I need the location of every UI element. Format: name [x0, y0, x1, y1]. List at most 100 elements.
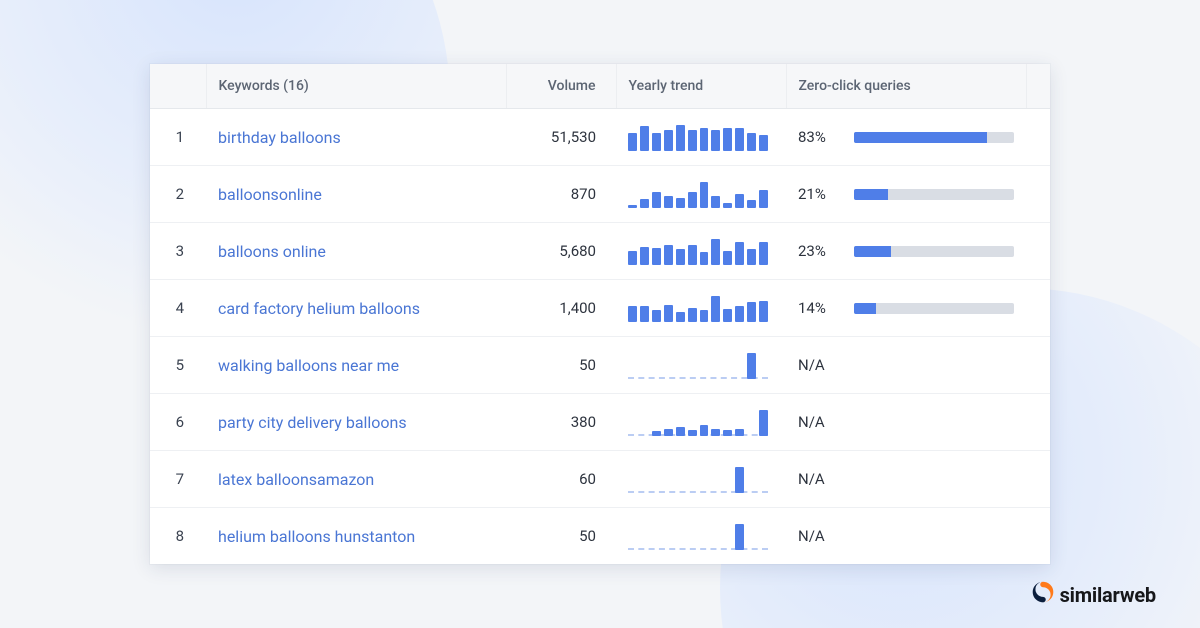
sparkline-bar [723, 251, 732, 265]
zero-click-cell: 14% [786, 280, 1026, 337]
sparkline-bar [640, 247, 649, 265]
sparkline-bar [652, 548, 661, 550]
sparkline-bar [652, 133, 661, 151]
sparkline-bar [640, 434, 649, 436]
keywords-table-panel: Keywords (16) Volume Yearly trend Zero-c… [150, 64, 1050, 564]
sparkline-bar [723, 548, 732, 550]
sparkline-bar [747, 133, 756, 151]
sparkline-bar [676, 548, 685, 550]
zero-click-value: N/A [798, 356, 840, 374]
trend-sparkline [628, 294, 768, 322]
keyword-cell: walking balloons near me [206, 337, 506, 394]
sparkline-bar [688, 308, 697, 322]
sparkline-bar [688, 130, 697, 151]
sparkline-bar [735, 128, 744, 151]
trend-sparkline [628, 180, 768, 208]
sparkline-bar [688, 192, 697, 208]
trend-cell [616, 223, 786, 280]
keyword-link[interactable]: birthday balloons [218, 128, 341, 147]
keyword-link[interactable]: helium balloons hunstanton [218, 527, 415, 546]
col-header-rank[interactable] [150, 64, 206, 109]
volume-cell: 50 [506, 508, 616, 565]
table-row[interactable]: 2balloonsonline87021% [150, 166, 1050, 223]
sparkline-bar [723, 203, 732, 208]
zero-click-cell: 21% [786, 166, 1026, 223]
sparkline-bar [711, 429, 720, 436]
sparkline-bar [628, 133, 637, 151]
zero-click-bar [854, 246, 1014, 257]
col-header-volume[interactable]: Volume [506, 64, 616, 109]
keyword-cell: birthday balloons [206, 109, 506, 166]
table-row[interactable]: 6party city delivery balloons380N/A [150, 394, 1050, 451]
pad-cell [1026, 109, 1050, 166]
sparkline-bar [628, 377, 637, 379]
sparkline-bar [652, 248, 661, 265]
volume-cell: 51,530 [506, 109, 616, 166]
zero-click-value: 21% [798, 185, 840, 203]
volume-cell: 60 [506, 451, 616, 508]
sparkline-bar [711, 296, 720, 322]
trend-sparkline [628, 123, 768, 151]
sparkline-bar [723, 128, 732, 151]
trend-cell [616, 394, 786, 451]
keyword-link[interactable]: party city delivery balloons [218, 413, 407, 432]
sparkline-bar [723, 377, 732, 379]
keyword-link[interactable]: walking balloons near me [218, 356, 399, 375]
keyword-cell: latex balloonsamazon [206, 451, 506, 508]
col-header-zero-click[interactable]: Zero-click queries [786, 64, 1026, 109]
sparkline-bar [747, 302, 756, 322]
similarweb-logo: similarweb [1032, 581, 1156, 608]
rank-cell: 8 [150, 508, 206, 565]
table-row[interactable]: 8helium balloons hunstanton50N/A [150, 508, 1050, 565]
rank-cell: 7 [150, 451, 206, 508]
volume-cell: 870 [506, 166, 616, 223]
sparkline-bar [759, 491, 768, 493]
volume-cell: 5,680 [506, 223, 616, 280]
sparkline-bar [664, 305, 673, 322]
trend-cell [616, 166, 786, 223]
sparkline-bar [735, 242, 744, 265]
sparkline-bar [711, 130, 720, 151]
table-row[interactable]: 3balloons online5,68023% [150, 223, 1050, 280]
table-header-row: Keywords (16) Volume Yearly trend Zero-c… [150, 64, 1050, 109]
sparkline-bar [700, 310, 709, 322]
zero-click-bar-fill [854, 246, 891, 257]
rank-cell: 5 [150, 337, 206, 394]
zero-click-bar [854, 303, 1014, 314]
sparkline-bar [676, 491, 685, 493]
keyword-link[interactable]: latex balloonsamazon [218, 470, 374, 489]
trend-cell [616, 508, 786, 565]
zero-click-bar-fill [854, 303, 876, 314]
zero-click-cell: 23% [786, 223, 1026, 280]
sparkline-bar [700, 377, 709, 379]
table-row[interactable]: 7latex balloonsamazon60N/A [150, 451, 1050, 508]
sparkline-bar [652, 491, 661, 493]
col-header-keywords[interactable]: Keywords (16) [206, 64, 506, 109]
keyword-cell: balloons online [206, 223, 506, 280]
col-header-trend[interactable]: Yearly trend [616, 64, 786, 109]
sparkline-bar [700, 491, 709, 493]
zero-click-bar-fill [854, 189, 888, 200]
zero-click-bar [854, 132, 1014, 143]
sparkline-bar [628, 548, 637, 550]
rank-cell: 4 [150, 280, 206, 337]
sparkline-bar [747, 548, 756, 550]
trend-cell [616, 451, 786, 508]
sparkline-bar [688, 548, 697, 550]
sparkline-bar [735, 194, 744, 208]
keyword-link[interactable]: balloonsonline [218, 185, 322, 204]
table-row[interactable]: 5walking balloons near me50N/A [150, 337, 1050, 394]
sparkline-bar [747, 249, 756, 265]
keyword-link[interactable]: card factory helium balloons [218, 299, 420, 318]
sparkline-bar [688, 245, 697, 265]
table-row[interactable]: 1birthday balloons51,53083% [150, 109, 1050, 166]
keyword-cell: balloonsonline [206, 166, 506, 223]
sparkline-bar [700, 252, 709, 265]
col-header-pad [1026, 64, 1050, 109]
trend-cell [616, 109, 786, 166]
sparkline-bar [688, 377, 697, 379]
table-row[interactable]: 4card factory helium balloons1,40014% [150, 280, 1050, 337]
keyword-link[interactable]: balloons online [218, 242, 326, 261]
sparkline-bar [652, 192, 661, 208]
sparkline-bar [676, 198, 685, 208]
